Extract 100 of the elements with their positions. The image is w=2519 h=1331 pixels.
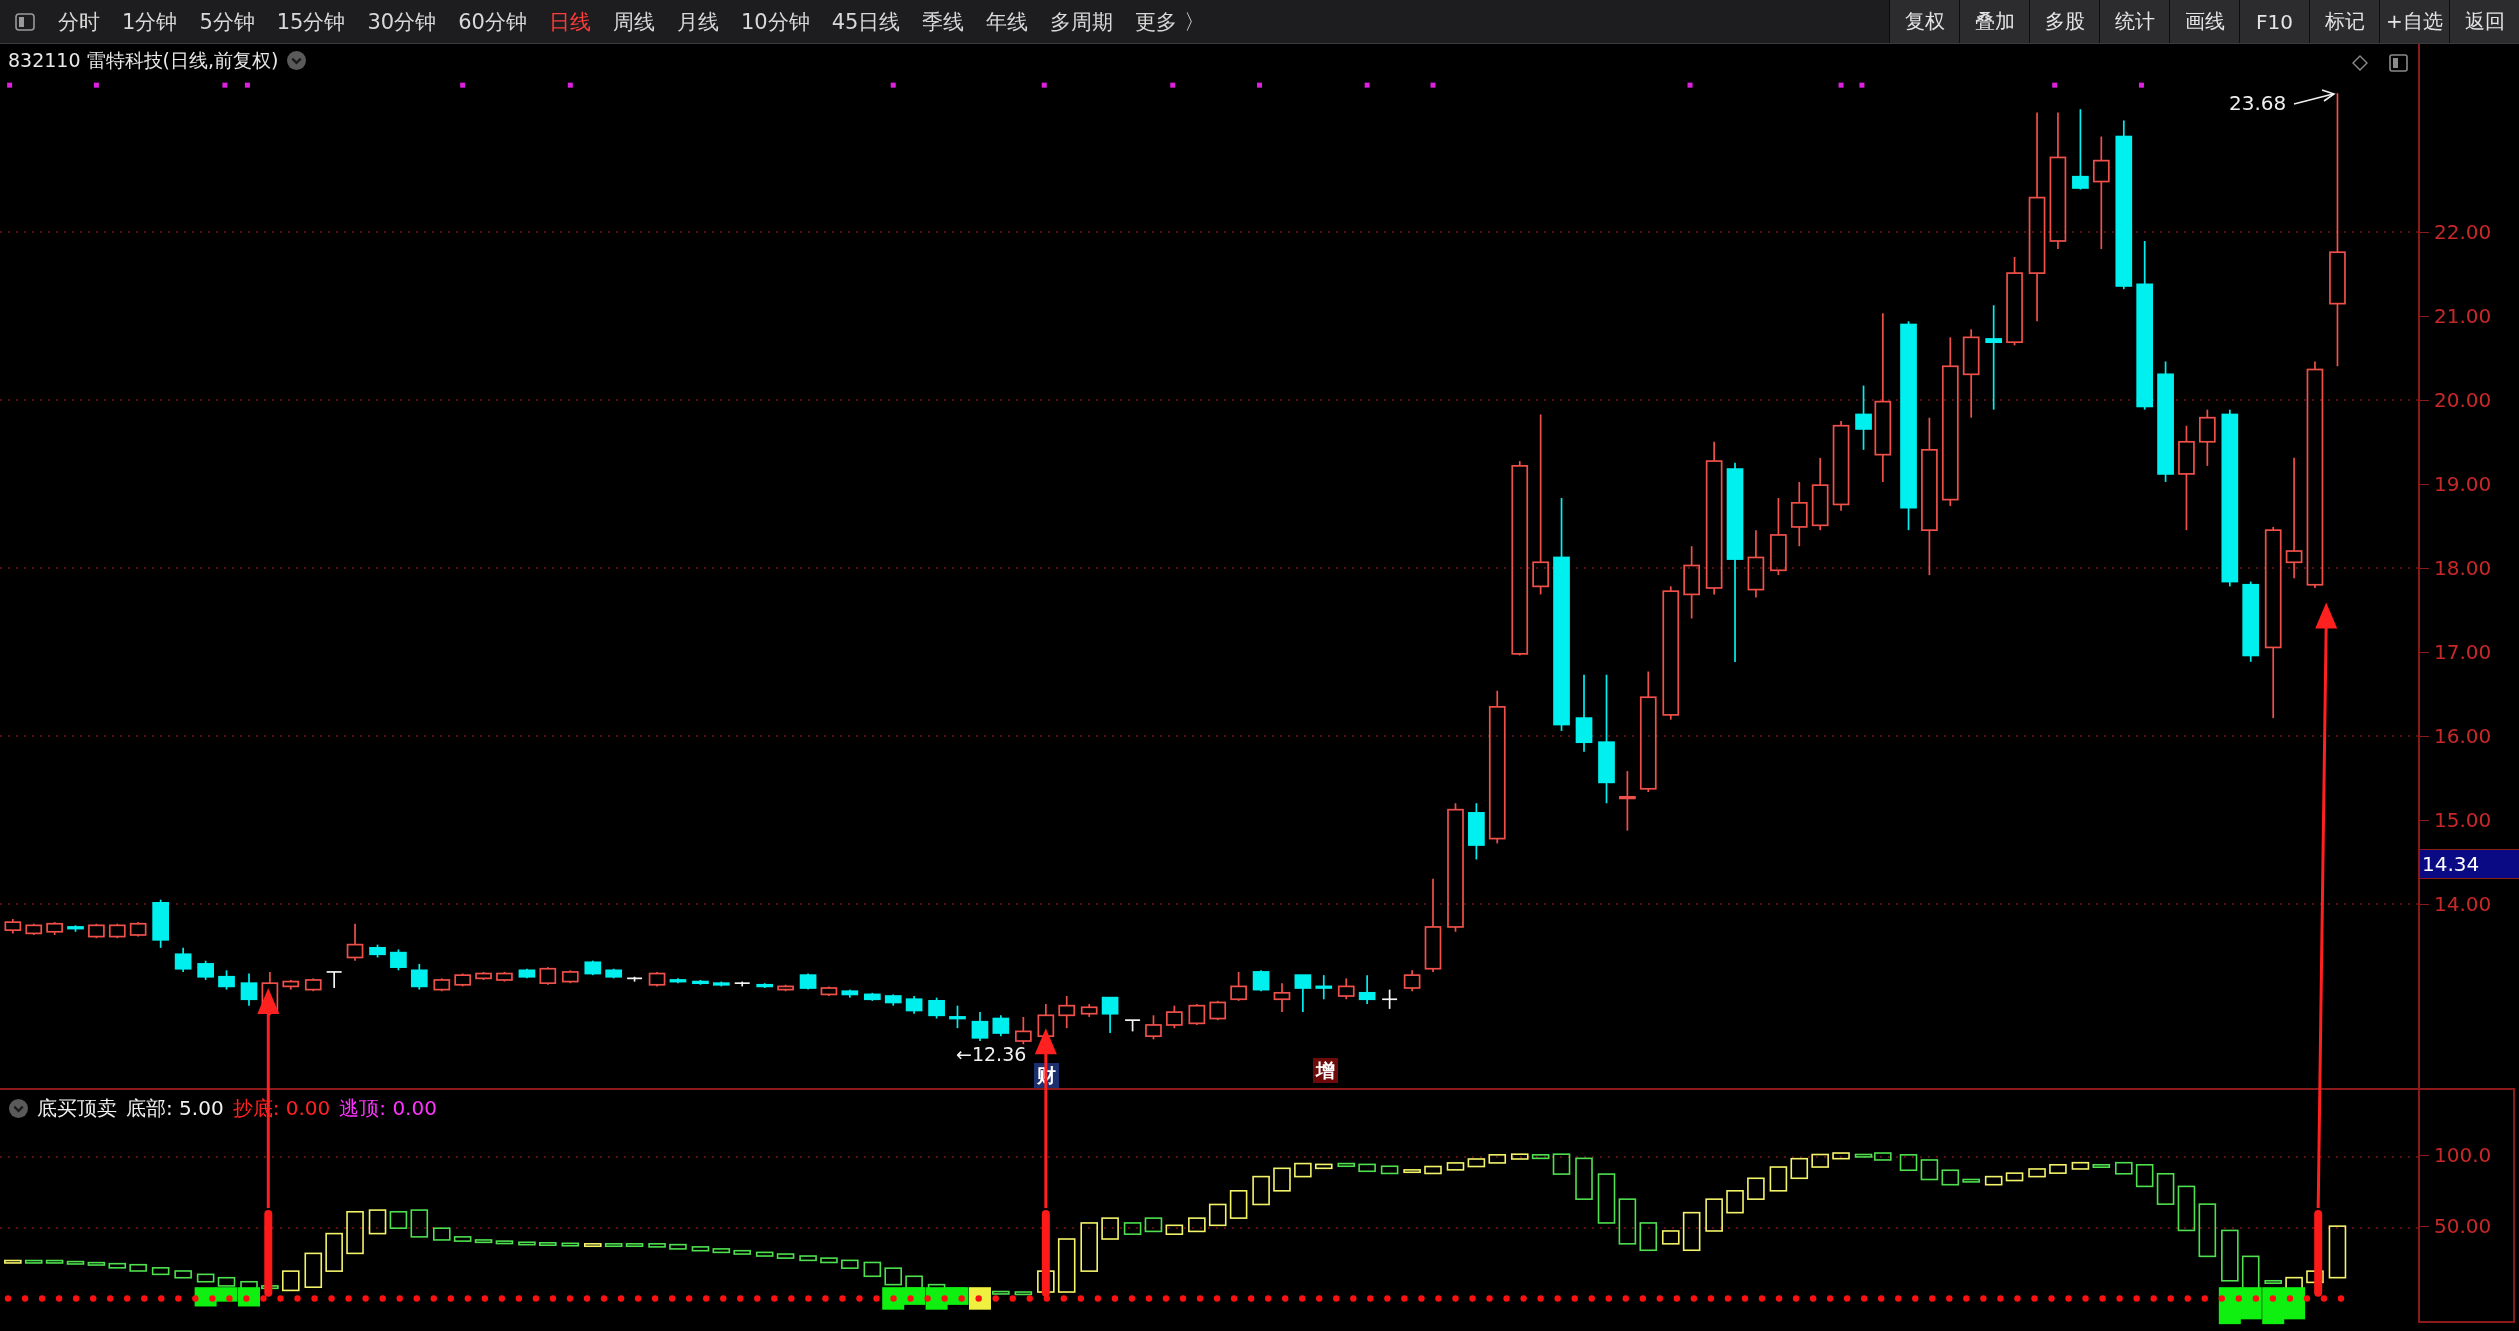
candlestick (25, 922, 43, 936)
candlestick (949, 1004, 966, 1029)
candlestick (1166, 1004, 1183, 1029)
toolbar-button[interactable]: 多股 (2029, 0, 2099, 43)
candlestick (692, 979, 709, 986)
axis-label: 15.00 (2434, 808, 2492, 832)
candlestick (282, 979, 300, 991)
candlestick (1101, 996, 1119, 1034)
axis-label: 17.00 (2434, 640, 2492, 664)
candlestick (669, 977, 687, 985)
candlestick (433, 977, 451, 993)
toolbar-button[interactable]: 叠加 (1959, 0, 2029, 43)
candlestick (626, 975, 643, 983)
candlestick (197, 959, 214, 981)
candlestick (1337, 977, 1355, 1001)
candlestick (992, 1014, 1010, 1038)
period-tab[interactable]: 60分钟 (447, 6, 538, 37)
event-marker[interactable]: 增 (1313, 1058, 1338, 1083)
candlestick (129, 921, 147, 938)
candlestick (1252, 969, 1270, 993)
period-tab[interactable]: 10分钟 (729, 6, 821, 37)
indicator-value: 底部: 5.00 (126, 1095, 224, 1121)
toolbar-button[interactable]: 画线 (2169, 0, 2239, 43)
candlestick (152, 898, 169, 949)
candlestick (475, 971, 492, 981)
period-tab[interactable]: 周线 (601, 6, 666, 37)
period-tab[interactable]: 多周期 (1039, 6, 1125, 37)
toolbar-button[interactable]: F10 (2239, 0, 2309, 43)
candlestick (756, 982, 774, 989)
indicator-value: 逃顶: 0.00 (339, 1095, 437, 1121)
period-tab[interactable]: 15分钟 (265, 6, 357, 37)
toolbar-button[interactable]: 标记 (2309, 0, 2379, 43)
candlestick (325, 971, 343, 989)
axis-label: 16.00 (2434, 724, 2492, 748)
candlestick (496, 971, 513, 983)
period-tab[interactable]: 月线 (665, 6, 730, 37)
candlestick (777, 983, 794, 993)
candlestick (799, 972, 817, 991)
candlestick (1188, 1003, 1206, 1026)
chart-title: 832110 雷特科技(日线,前复权) (8, 48, 279, 72)
candlestick (539, 966, 557, 986)
candlestick (1855, 384, 1872, 451)
axis-label: 100.0 (2434, 1143, 2492, 1167)
candlestick (46, 921, 63, 936)
candlestick (1273, 982, 1291, 1013)
candlestick (928, 996, 945, 1020)
candlestick (733, 980, 751, 988)
candlestick (1058, 995, 1076, 1029)
panel-toggle-icon[interactable] (2389, 54, 2408, 72)
high-price-label: 23.68 (2229, 91, 2287, 115)
period-tab[interactable]: 分时 (47, 6, 111, 37)
low-price-label: ←12.36 (956, 1045, 1027, 1063)
candlestick (648, 971, 666, 988)
candlestick (1015, 1016, 1032, 1046)
candlestick (820, 985, 838, 997)
candlestick (1145, 1014, 1162, 1041)
axis-label: 18.00 (2434, 556, 2492, 580)
candlestick (584, 959, 602, 976)
toolbar-button[interactable]: 复权 (1889, 0, 1959, 43)
candlestick (240, 972, 258, 1007)
candlestick (971, 1011, 989, 1042)
candlestick (1230, 971, 1247, 1002)
candlestick (1080, 1003, 1098, 1018)
candlestick (1747, 529, 1765, 599)
candlestick (884, 993, 902, 1007)
candlestick (905, 995, 923, 1015)
period-tab[interactable]: 年线 (975, 6, 1040, 37)
sidebar-toggle-icon[interactable] (15, 12, 35, 31)
indicator-name: 底买顶卖 (37, 1095, 117, 1121)
diamond-icon[interactable] (2352, 55, 2368, 71)
period-tab[interactable]: 更多 〉 (1124, 6, 1217, 37)
candlestick (864, 991, 881, 1002)
candlestick (712, 980, 730, 988)
toolbar-button[interactable]: 统计 (2099, 0, 2169, 43)
axis-label: 19.00 (2434, 472, 2492, 496)
candlestick (1619, 770, 1636, 832)
toolbar-button[interactable]: 返回 (2449, 0, 2519, 43)
axis-label: 21.00 (2434, 304, 2492, 328)
leader-arrow (2293, 89, 2336, 105)
candlestick (518, 967, 536, 980)
axis-label: 22.00 (2434, 220, 2492, 244)
candlestick (561, 969, 579, 985)
period-tab[interactable]: 1分钟 (111, 6, 189, 37)
period-tab[interactable]: 季线 (911, 6, 976, 37)
candlestick (1468, 802, 1485, 861)
period-tab[interactable]: 5分钟 (188, 6, 266, 37)
collapse-icon[interactable] (9, 1098, 28, 1118)
toolbar-button[interactable]: +自选 (2379, 0, 2449, 43)
period-tab[interactable]: 30分钟 (356, 6, 448, 37)
candlestick (1790, 481, 1808, 548)
candlestick (346, 922, 364, 962)
candlestick (88, 922, 105, 940)
candlestick (1381, 988, 1398, 1010)
period-tab[interactable]: 45日线 (820, 6, 912, 37)
candlestick (218, 969, 235, 991)
candlestick (369, 943, 386, 959)
period-tab[interactable]: 日线 (537, 6, 602, 37)
dropdown-icon[interactable] (287, 50, 307, 70)
candlestick (390, 948, 407, 972)
candlestick (1124, 1019, 1141, 1033)
